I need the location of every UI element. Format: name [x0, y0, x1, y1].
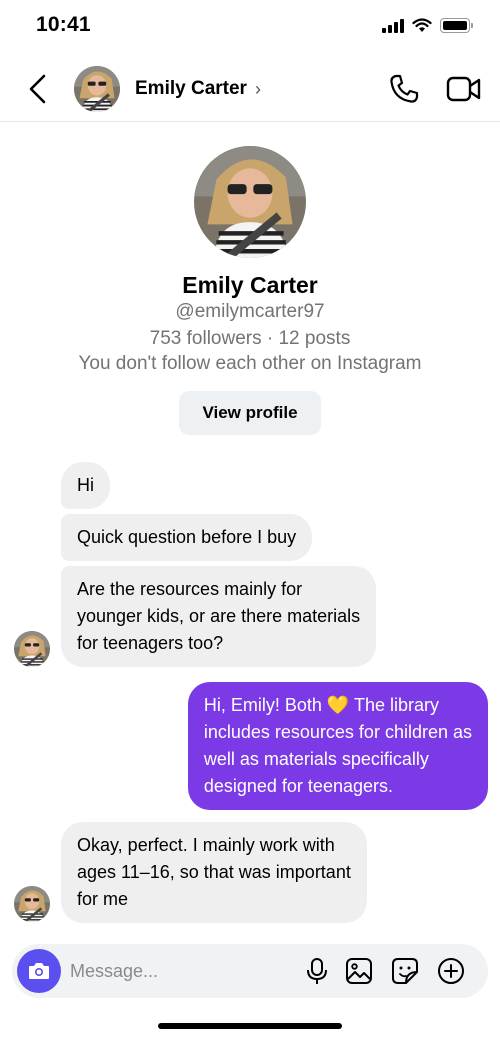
- phone-icon[interactable]: [388, 73, 420, 105]
- status-bar: 10:41: [0, 0, 500, 52]
- chat-header: Emily Carter ›: [0, 60, 500, 122]
- status-time: 10:41: [36, 13, 91, 36]
- status-icons: [382, 18, 473, 33]
- signal-icon: [382, 18, 404, 33]
- message-bubble-incoming[interactable]: Hi: [61, 462, 110, 509]
- camera-icon: [29, 963, 49, 979]
- message-line: younger kids, or are there materials: [77, 606, 361, 626]
- message-line: ages 11–16, so that was important: [77, 862, 351, 882]
- message-input[interactable]: [70, 956, 280, 986]
- message-line: for me: [77, 889, 129, 909]
- view-profile-button[interactable]: View profile: [179, 391, 321, 435]
- header-contact-link[interactable]: Emily Carter ›: [135, 78, 261, 100]
- profile-handle: @emilymcarter97: [175, 301, 325, 322]
- message-composer: [12, 944, 488, 998]
- message-bubble-incoming[interactable]: Quick question before I buy: [61, 514, 313, 561]
- message-line: Are the resources mainly for: [77, 579, 303, 599]
- profile-avatar[interactable]: [194, 146, 306, 258]
- message-line: well as materials specifically: [203, 749, 429, 769]
- message-line: designed for teenagers.: [203, 776, 393, 796]
- battery-icon: [440, 18, 473, 33]
- microphone-icon[interactable]: [302, 956, 332, 986]
- message-line: Hi, Emily! Both 💛 The library: [203, 695, 440, 715]
- chevron-right-icon: ›: [254, 78, 261, 99]
- video-camera-icon[interactable]: [446, 73, 482, 105]
- message-line: includes resources for children as: [203, 722, 472, 742]
- profile-follow-status: You don't follow each other on Instagram: [78, 353, 422, 374]
- wifi-icon: [412, 18, 432, 32]
- profile-stats: 753 followers · 12 posts: [149, 328, 351, 349]
- home-indicator: [158, 1023, 342, 1029]
- profile-name: Emily Carter: [182, 272, 318, 298]
- sender-avatar[interactable]: [14, 631, 50, 667]
- back-chevron-icon[interactable]: [24, 72, 52, 106]
- message-line: Quick question before I buy: [77, 527, 297, 547]
- message-line: Okay, perfect. I mainly work with: [77, 835, 335, 855]
- gallery-icon[interactable]: [344, 956, 374, 986]
- sender-avatar[interactable]: [14, 886, 50, 922]
- header-contact-name: Emily Carter: [135, 78, 247, 99]
- message-line: Hi: [77, 475, 94, 495]
- header-avatar[interactable]: [74, 66, 120, 112]
- message-bubble-incoming[interactable]: Are the resources mainly for younger kid…: [61, 566, 377, 667]
- message-bubble-outgoing[interactable]: Hi, Emily! Both 💛 The library includes r…: [187, 682, 488, 810]
- camera-button[interactable]: [17, 949, 61, 993]
- message-line: for teenagers too?: [77, 633, 224, 653]
- plus-circle-icon[interactable]: [436, 956, 466, 986]
- message-bubble-incoming[interactable]: Okay, perfect. I mainly work with ages 1…: [61, 822, 367, 923]
- sticker-icon[interactable]: [390, 956, 420, 986]
